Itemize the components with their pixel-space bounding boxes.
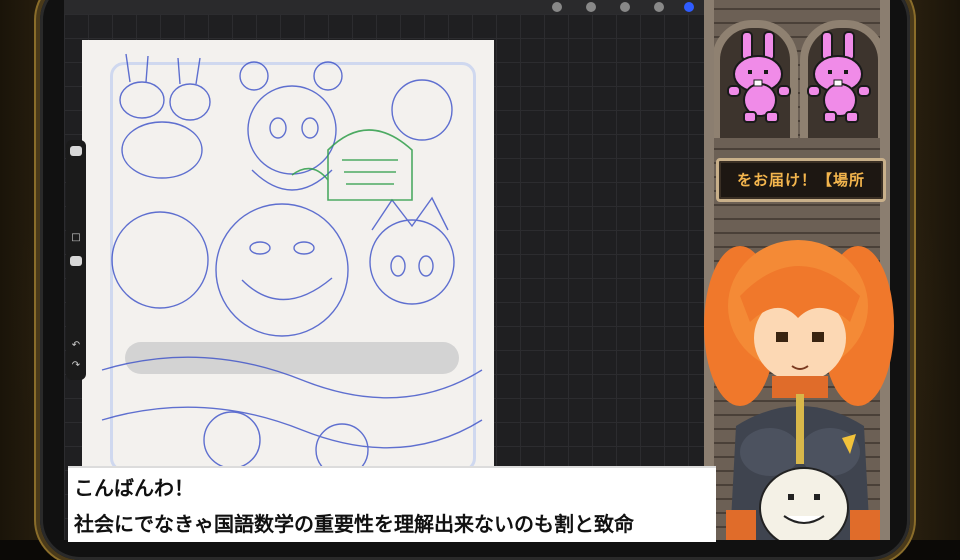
brush-icon[interactable] xyxy=(552,2,562,12)
side-tool-panel: □ ↶ ↷ xyxy=(66,140,86,380)
pink-rabbit-icon xyxy=(727,31,791,123)
brush-size-slider[interactable] xyxy=(70,146,82,156)
pixel-avatar-girl xyxy=(704,240,894,540)
sketch-knight-helmet xyxy=(327,129,413,201)
layers-icon[interactable] xyxy=(654,2,664,12)
dialog-line-2: 社会にでなきゃ国語数学の重要性を理解出来ないのも割と致命 xyxy=(74,512,634,536)
eraser-icon[interactable] xyxy=(620,2,630,12)
redo-icon[interactable]: ↷ xyxy=(70,360,82,372)
top-toolbar xyxy=(64,0,704,15)
dialog-box: こんばんわ！ 社会にでなきゃ国語数学の重要性を理解出来ないのも割と致命 xyxy=(68,466,716,542)
sketch-face-left xyxy=(111,211,209,309)
modify-square-icon[interactable]: □ xyxy=(70,232,82,244)
sketch-boy-head xyxy=(369,219,455,305)
ticker-sign-text: をお届け！【場所 xyxy=(736,171,865,189)
smudge-icon[interactable] xyxy=(586,2,596,12)
sketch-girl-head xyxy=(247,85,337,175)
dialog-line-1: こんばんわ！ xyxy=(74,476,194,500)
ticker-sign: をお届け！【場所 xyxy=(716,158,886,202)
undo-icon[interactable]: ↶ xyxy=(70,340,82,352)
character-sketch xyxy=(101,53,483,466)
color-icon[interactable] xyxy=(684,2,694,12)
sketch-rabbit-1 xyxy=(119,81,165,119)
sketch-rabbit-2 xyxy=(169,83,211,121)
opacity-slider[interactable] xyxy=(70,256,82,266)
sketch-smiling-creature xyxy=(215,203,349,337)
pink-rabbit-icon xyxy=(807,31,871,123)
